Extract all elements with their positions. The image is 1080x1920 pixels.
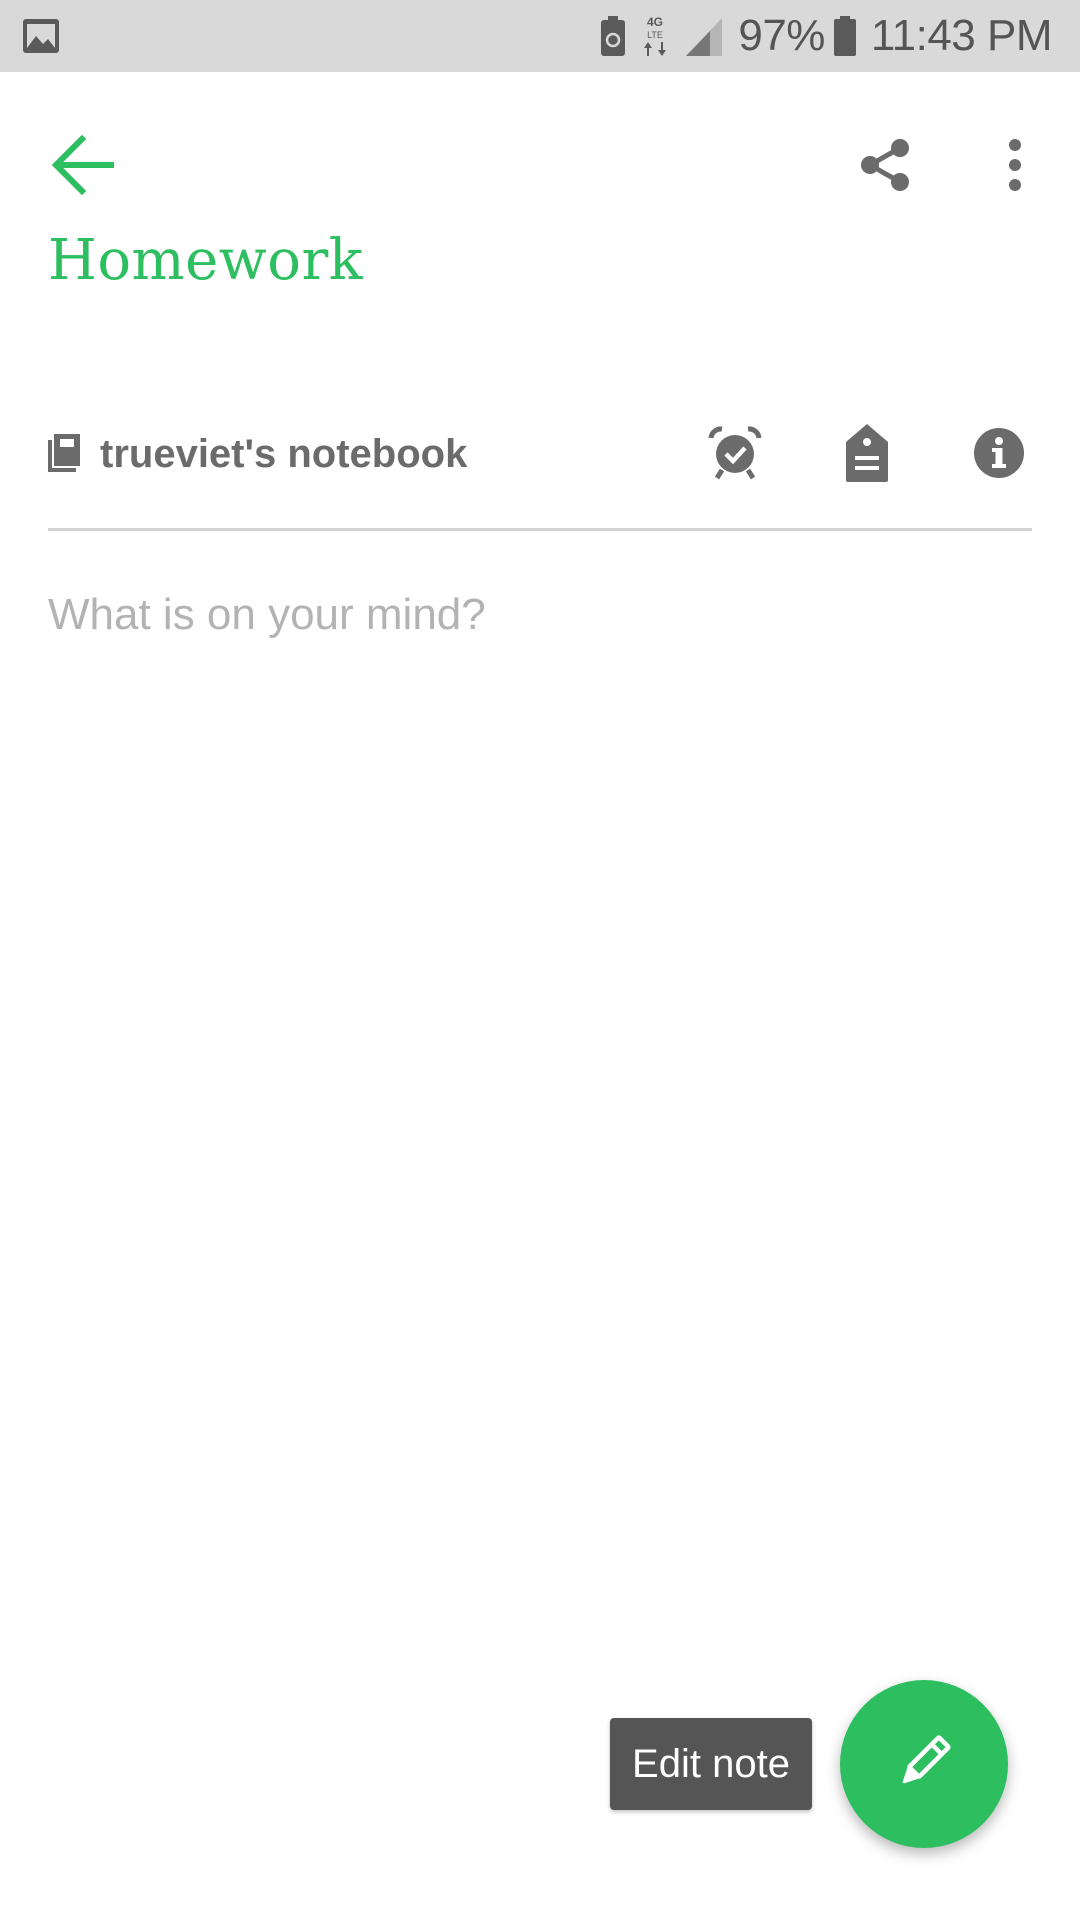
svg-text:4G: 4G <box>647 15 663 29</box>
back-button[interactable] <box>40 122 130 212</box>
share-icon <box>858 138 912 197</box>
notebook-name[interactable]: trueviet's notebook <box>100 432 467 477</box>
4g-lte-icon: 4G LTE <box>640 14 670 58</box>
signal-icon <box>684 16 724 56</box>
divider <box>48 528 1032 531</box>
notebook-icon <box>48 434 80 472</box>
svg-text:LTE: LTE <box>647 30 663 40</box>
info-icon <box>973 427 1025 484</box>
note-title[interactable]: Homework <box>48 228 363 293</box>
battery-percent: 97% <box>738 11 825 60</box>
pencil-icon <box>892 1730 956 1799</box>
alarm-check-icon <box>708 425 762 485</box>
note-body-input[interactable]: What is on your mind? <box>48 590 1032 670</box>
more-options-button[interactable] <box>970 122 1060 212</box>
tag-button[interactable] <box>832 420 902 490</box>
battery-icon <box>833 16 857 56</box>
reminder-button[interactable] <box>700 420 770 490</box>
status-bar: 4G LTE 97% 11:43 PM <box>0 0 1080 72</box>
toolbar <box>0 72 1080 242</box>
info-button[interactable] <box>964 420 1034 490</box>
notebook-row: trueviet's notebook <box>48 420 1032 530</box>
tag-icon <box>844 423 890 487</box>
battery-saver-icon <box>600 16 626 56</box>
edit-note-button[interactable] <box>840 1680 1008 1848</box>
gallery-icon <box>22 18 60 54</box>
share-button[interactable] <box>840 122 930 212</box>
edit-note-tooltip: Edit note <box>610 1718 812 1810</box>
more-vert-icon <box>1007 138 1023 196</box>
arrow-left-icon <box>51 134 118 200</box>
status-indicators: 4G LTE 97% 11:43 PM <box>586 0 1053 72</box>
clock: 11:43 PM <box>870 11 1053 60</box>
